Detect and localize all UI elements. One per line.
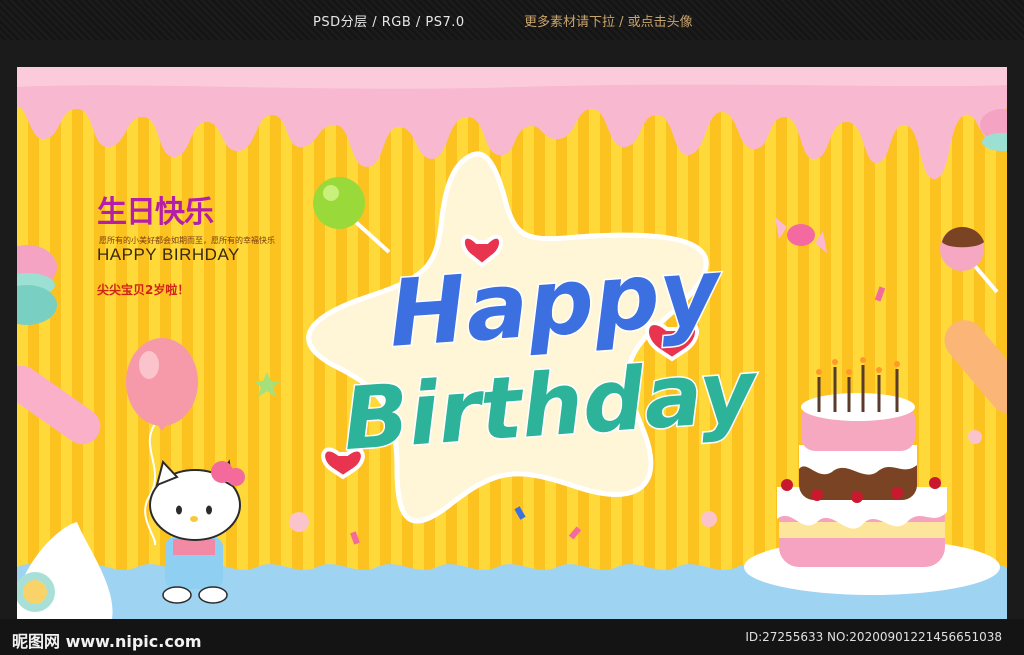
confetti-4 xyxy=(350,531,360,545)
top-info-bar: PSD分层 / RGB / PS7.0 更多素材请下拉 / 或点击头像 xyxy=(0,0,1024,40)
macaron-left xyxy=(17,245,57,325)
ice-pop-left xyxy=(17,365,101,445)
happy-birthday-subtitle: HAPPY BIRHDAY xyxy=(97,245,240,264)
slogan-text: 尖尖宝贝2岁啦！ xyxy=(97,283,190,297)
confetti-2 xyxy=(514,506,526,520)
small-pink-balloon-2 xyxy=(701,511,717,527)
pink-icing-highlight xyxy=(17,67,1007,89)
green-star-small xyxy=(253,372,281,397)
chinese-title: 生日快乐 xyxy=(97,195,214,230)
image-id-info: ID:27255633 NO:20200901221456651038 xyxy=(745,630,1002,644)
birthday-poster: Happy Birthday 生日快乐 愿所有的小美好都会如期而至，愿所有的幸福… xyxy=(17,67,1007,619)
confetti-3 xyxy=(568,526,582,540)
cake-pop xyxy=(940,227,999,294)
confetti-1 xyxy=(874,286,886,302)
download-hint-link[interactable]: 更多素材请下拉 / 或点击头像 xyxy=(524,11,693,30)
footer-bar: 昵图网 www.nipic.com ID:27255633 NO:2020090… xyxy=(0,619,1024,655)
format-info: PSD分层 / RGB / PS7.0 xyxy=(313,15,465,30)
green-lollipop xyxy=(313,177,391,254)
birthday-cake xyxy=(744,357,1000,595)
small-pink-balloon xyxy=(289,512,309,532)
wrapped-candy xyxy=(775,217,827,253)
site-watermark-link[interactable]: 昵图网 www.nipic.com xyxy=(12,628,202,652)
small-pink-balloon-3 xyxy=(968,430,982,444)
poster-artwork: Happy Birthday xyxy=(17,67,1007,619)
soft-serve-cream xyxy=(17,522,113,619)
ice-pop-right xyxy=(944,320,1007,414)
